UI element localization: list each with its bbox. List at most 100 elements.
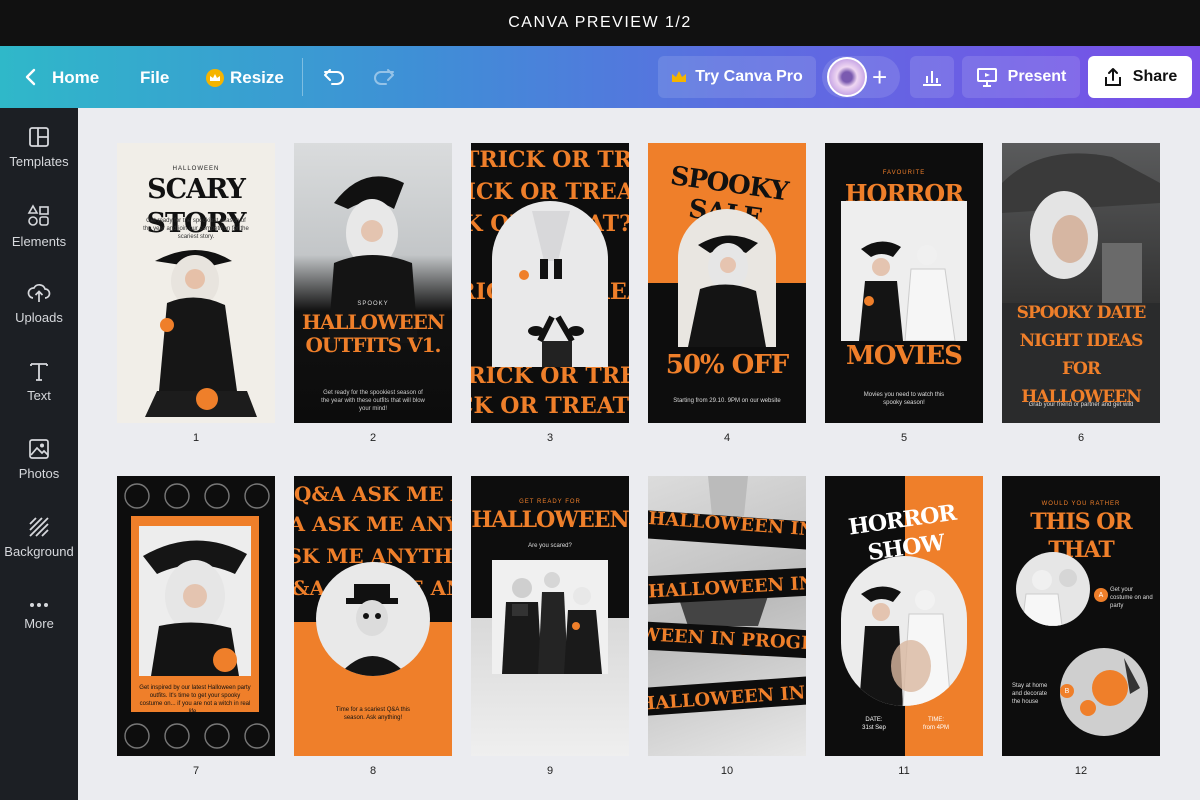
page-12-photo-a [1016, 552, 1090, 626]
page-9-body: Are you scared? [528, 543, 572, 549]
page-4-body: Starting from 29.10. 9PM on our website [673, 398, 781, 404]
page-2-photo [294, 143, 452, 423]
page-thumbnail-7[interactable]: Get inspired by our latest Halloween par… [117, 476, 275, 756]
page-number-8: 8 [369, 765, 377, 777]
resize-button[interactable]: Resize [206, 68, 284, 88]
page-6-photo [1002, 143, 1160, 303]
page-number-5: 5 [900, 432, 908, 444]
left-sidebar: Templates Elements Uploads Text Photos B… [0, 108, 78, 800]
page-thumbnail-8[interactable]: Q&A ASK ME ANYTHING Q&A ASK ME ANYTHING … [294, 476, 452, 756]
sidebar-item-background[interactable]: Background [0, 516, 78, 559]
sidebar-item-photos[interactable]: Photos [0, 438, 78, 481]
page-4-discount: 50% OFF [665, 350, 790, 380]
collaborators[interactable]: + [822, 56, 900, 98]
page-3-photo [492, 201, 608, 367]
page-thumbnail-10[interactable]: HALLOWEEN IN PROGRESS HALLOWEEN IN PROGR… [648, 476, 806, 756]
sidebar-item-elements[interactable]: Elements [0, 204, 78, 249]
page-12-option-b: Stay at home and decorate the house [1012, 683, 1048, 705]
share-label: Share [1132, 68, 1178, 85]
window-title: CANVA PREVIEW 1/2 [0, 0, 1200, 46]
file-menu-button[interactable]: File [140, 68, 169, 88]
page-9-kicker: GET READY FOR [519, 499, 581, 505]
sidebar-item-label: Background [4, 544, 74, 559]
redo-icon[interactable] [372, 65, 396, 89]
page-6-title: SPOOKY DATE NIGHT IDEAS FOR HALLOWEEN [1016, 303, 1147, 407]
page-number-6: 6 [1077, 432, 1085, 444]
option-a-badge: A [1094, 588, 1108, 602]
page-5-body: Movies you need to watch this spooky sea… [863, 392, 945, 406]
present-button[interactable]: Present [962, 56, 1080, 98]
try-canva-pro-button[interactable]: Try Canva Pro [658, 56, 816, 98]
page-12-option-a: Get your costume on and party [1110, 587, 1153, 609]
home-button[interactable]: Home [52, 68, 99, 88]
page-6-body: Grab your friend or partner and get wild [1028, 402, 1134, 408]
editor-toolbar: Home File Resize Try Canva Pro + Present… [0, 46, 1200, 108]
sidebar-item-label: More [24, 616, 54, 631]
page-8-title-line: Q&A ASK ME ANYTHING [294, 512, 452, 536]
sidebar-item-uploads[interactable]: Uploads [0, 282, 78, 325]
page-1-photo [137, 241, 267, 421]
page-number-3: 3 [546, 432, 554, 444]
page-thumbnail-9[interactable]: GET READY FOR HALLOWEEN Are you scared? [471, 476, 629, 756]
chevron-left-icon[interactable] [22, 67, 40, 87]
resize-label: Resize [230, 68, 284, 87]
page-5-kicker: FAVOURITE [882, 170, 926, 176]
page-thumbnail-3[interactable]: TRICK OR TREAT? TRICK OR TREAT? TRICK OR… [471, 143, 629, 423]
toolbar-divider [302, 58, 303, 96]
page-number-12: 12 [1074, 765, 1088, 777]
elements-icon [27, 204, 49, 226]
page-8-title-line: Q&A ASK ME ANYTHING [294, 482, 452, 506]
background-icon [29, 517, 49, 537]
page-number-10: 10 [720, 765, 734, 777]
present-icon [976, 68, 997, 87]
present-label: Present [1007, 68, 1067, 85]
add-collaborator-button[interactable]: + [872, 62, 887, 93]
page-12-title: THIS OR THAT [1030, 509, 1132, 563]
sidebar-item-more[interactable]: More [0, 600, 78, 631]
sidebar-item-templates[interactable]: Templates [0, 126, 78, 169]
page-5-subtitle: MOVIES [846, 341, 963, 371]
page-thumbnail-1[interactable]: HALLOWEEN SCARY STORY Get ready for the … [117, 143, 275, 423]
page-11-date-label: DATE: [865, 717, 883, 723]
page-thumbnail-2[interactable]: SPOOKY HALLOWEEN OUTFITS V1. Get ready f… [294, 143, 452, 423]
sidebar-item-text[interactable]: Text [0, 360, 78, 403]
insights-button[interactable] [910, 56, 954, 98]
page-5-photo [841, 201, 967, 341]
undo-icon[interactable] [322, 65, 346, 89]
page-number-7: 7 [192, 765, 200, 777]
sidebar-item-label: Elements [11, 234, 67, 249]
page-12-kicker: WOULD YOU RATHER [1041, 501, 1121, 507]
page-9-photo [492, 560, 608, 674]
share-button[interactable]: Share [1088, 56, 1192, 98]
page-11-time-value: from 4PM [922, 725, 949, 731]
page-number-2: 2 [369, 432, 377, 444]
page-number-9: 9 [546, 765, 554, 777]
page-8-photo [316, 562, 430, 676]
page-number-1: 1 [192, 432, 200, 444]
page-thumbnail-6[interactable]: SPOOKY DATE NIGHT IDEAS FOR HALLOWEEN Gr… [1002, 143, 1160, 423]
page-3-title-line: TRICK OR TREAT? [471, 147, 629, 173]
page-2-kicker: SPOOKY [357, 301, 389, 307]
share-icon [1104, 68, 1121, 86]
page-3-title-line: TRICK OR TREAT? [471, 393, 629, 419]
templates-icon [29, 127, 49, 147]
text-icon [30, 363, 48, 381]
page-11-date-value: 31st Sep [862, 725, 886, 731]
sidebar-item-label: Uploads [15, 310, 63, 325]
page-thumbnail-5[interactable]: FAVOURITE HORROR MOVIES Movies you need … [825, 143, 983, 423]
option-b-badge: B [1060, 684, 1074, 698]
sidebar-item-label: Templates [9, 154, 69, 169]
avatar[interactable] [827, 57, 867, 97]
page-1-body: Get ready for the spookiest season of th… [143, 218, 249, 240]
page-thumbnail-12[interactable]: WOULD YOU RATHER THIS OR THAT A Get your… [1002, 476, 1160, 756]
page-thumbnail-11[interactable]: HORROR SHOW DATE: 31st Sep TIME: from 4P… [825, 476, 983, 756]
page-11-time-label: TIME: [928, 717, 944, 723]
sidebar-item-label: Photos [18, 466, 60, 481]
more-icon [30, 603, 48, 607]
page-thumbnail-4[interactable]: SPOOKY SALE 50% OFF Starting from 29.10.… [648, 143, 806, 423]
pages-grid: HALLOWEEN SCARY STORY Get ready for the … [78, 108, 1200, 800]
page-7-photo [139, 526, 251, 676]
page-2-body: Get ready for the spookiest season of th… [321, 390, 425, 412]
page-number-4: 4 [723, 432, 731, 444]
page-8-body: Time for a scariest Q&A this season. Ask… [335, 707, 411, 721]
